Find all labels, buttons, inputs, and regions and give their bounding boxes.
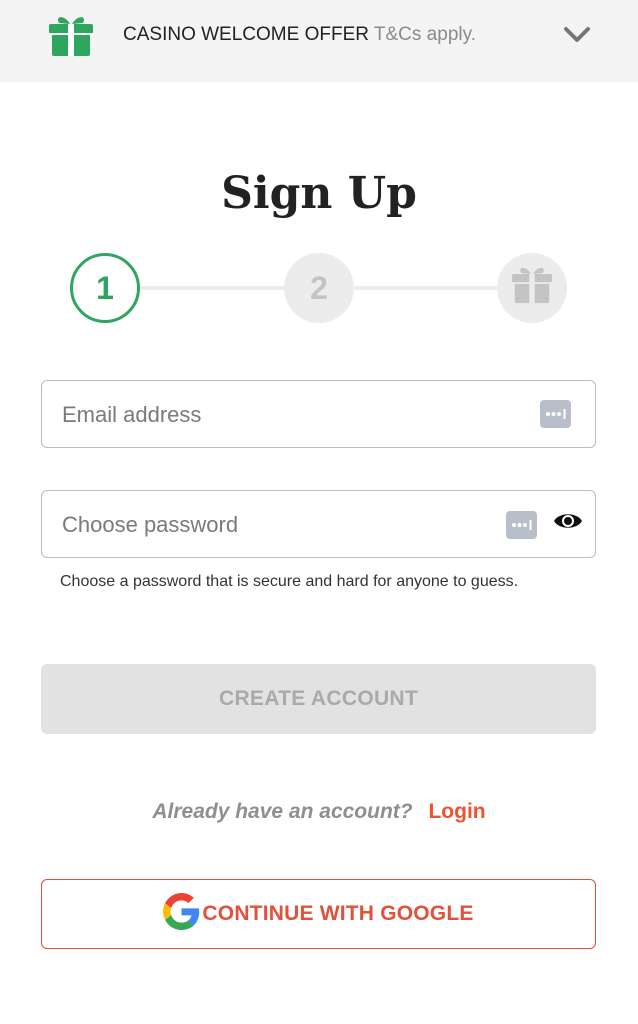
offer-terms: T&Cs apply.	[373, 24, 476, 45]
eye-icon[interactable]	[553, 510, 583, 532]
create-account-button[interactable]: CREATE ACCOUNT	[41, 664, 596, 734]
gift-icon	[47, 13, 95, 57]
login-link[interactable]: Login	[428, 800, 485, 823]
password-input[interactable]	[60, 491, 504, 559]
step-1-label: 1	[96, 269, 114, 306]
password-hint: Choose a password that is secure and har…	[60, 573, 519, 590]
password-manager-key-icon[interactable]	[540, 400, 571, 428]
login-prompt: Already have an account? Login	[0, 800, 638, 824]
step-1-indicator: 1	[70, 253, 140, 323]
email-field[interactable]	[41, 380, 596, 449]
welcome-offer-bar[interactable]: CASINO WELCOME OFFER T&Cs apply.	[0, 0, 638, 82]
google-logo-icon	[163, 893, 202, 935]
chevron-down-icon[interactable]	[562, 24, 592, 46]
google-button-label: CONTINUE WITH GOOGLE	[202, 902, 474, 925]
page-title: Sign Up	[221, 168, 417, 219]
password-field[interactable]	[41, 490, 596, 559]
step-3-indicator	[497, 253, 567, 323]
password-manager-key-icon[interactable]	[506, 511, 537, 539]
offer-title-text: CASINO WELCOME OFFER	[123, 24, 369, 45]
step-2-indicator: 2	[284, 253, 354, 323]
email-input[interactable]	[60, 381, 504, 449]
step-2-label: 2	[310, 269, 328, 306]
login-question: Already have an account?	[152, 800, 413, 823]
offer-title: CASINO WELCOME OFFER T&Cs apply.	[123, 24, 476, 46]
gift-icon	[510, 264, 554, 312]
continue-with-google-button[interactable]: CONTINUE WITH GOOGLE	[41, 879, 596, 949]
